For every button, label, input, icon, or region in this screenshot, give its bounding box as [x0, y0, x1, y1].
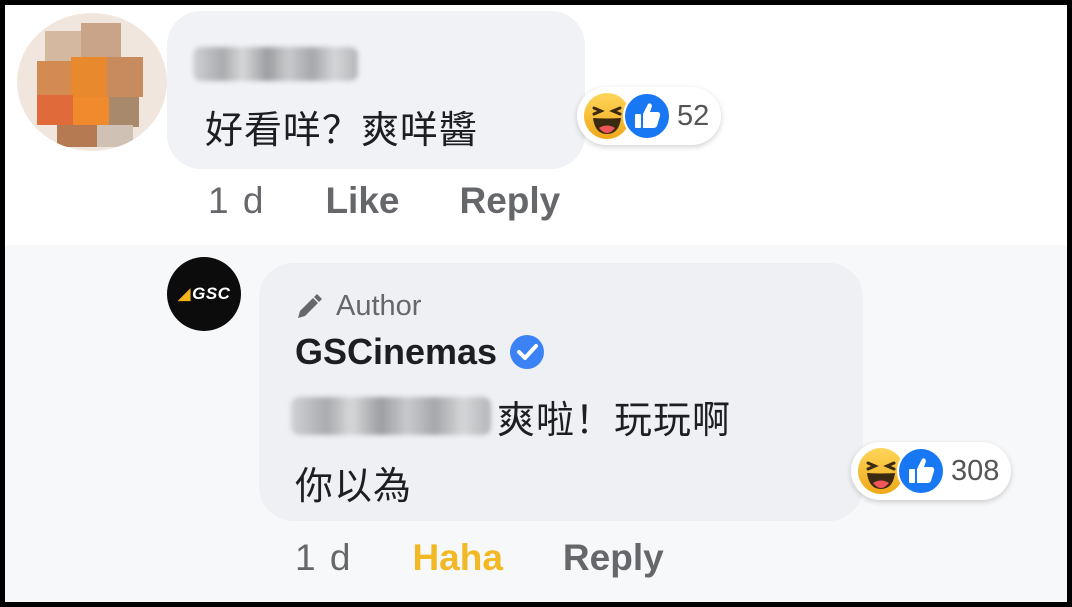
haha-reaction-button[interactable]: Haha [412, 537, 502, 579]
comment-thread: 好看咩？爽咩醬 52 1 d Like Reply ◢ GSC Author G… [5, 5, 1067, 602]
reply-actions: 1 d Haha Reply [295, 537, 724, 579]
comment-reactions[interactable]: 52 [577, 87, 722, 145]
pencil-icon [298, 293, 322, 318]
gsc-avatar[interactable]: ◢ GSC [167, 257, 241, 331]
reaction-count: 52 [677, 99, 710, 132]
like-button[interactable]: Like [325, 180, 399, 222]
like-icon [623, 92, 671, 140]
gsc-logo-icon: ◢ [177, 284, 192, 303]
like-icon [897, 447, 945, 495]
reply-text-line1: 爽啦！玩玩啊 [497, 398, 732, 442]
reply-timestamp[interactable]: 1 d [295, 537, 352, 579]
author-badge: Author [294, 290, 421, 323]
commenter-avatar[interactable] [17, 13, 167, 151]
reply-author-name[interactable]: GSCinemas [295, 331, 545, 373]
redacted-mention[interactable] [291, 397, 491, 435]
reaction-count: 308 [951, 454, 1000, 487]
reply-reactions[interactable]: 308 [851, 442, 1012, 500]
comment-text: 好看咩？爽咩醬 [205, 108, 479, 152]
redacted-username[interactable] [193, 47, 358, 81]
comment-timestamp[interactable]: 1 d [208, 180, 265, 222]
reply-button[interactable]: Reply [459, 180, 560, 222]
verified-icon [510, 335, 545, 369]
reply-text-line2: 你以為 [295, 464, 413, 508]
comment-actions: 1 d Like Reply [208, 180, 620, 222]
reply-button[interactable]: Reply [563, 537, 664, 579]
author-label: Author [336, 290, 422, 322]
